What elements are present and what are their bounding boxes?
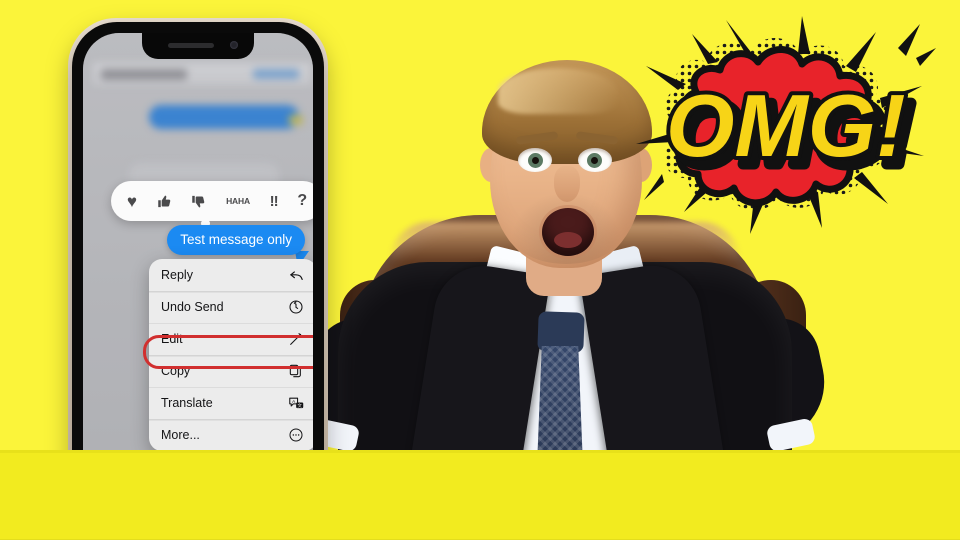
message-context-menu: Reply Undo Send Edit Copy Translate A 文 … <box>149 259 313 451</box>
copy-label: Copy <box>161 364 191 378</box>
context-menu-item-undo-send[interactable]: Undo Send <box>149 291 313 323</box>
haha-line2: HA <box>238 195 250 206</box>
ellipsis-circle-icon <box>287 426 305 444</box>
context-menu-item-translate[interactable]: Translate A文 <box>149 387 313 419</box>
omg-comic-burst: OMG! OMG! <box>630 14 946 246</box>
thumbs-up-reaction-icon[interactable] <box>157 194 172 209</box>
svg-text:文: 文 <box>297 402 302 409</box>
phone-screen[interactable]: ♥ HA HA !! ? Test message only Reply Und… <box>83 33 313 503</box>
front-camera <box>230 41 238 49</box>
copy-duplicate-icon <box>287 362 305 380</box>
earpiece-speaker <box>168 43 214 48</box>
yellow-desk <box>0 450 960 540</box>
hair-highlight <box>498 68 618 114</box>
iphone-mockup: ♥ HA HA !! ? Test message only Reply Und… <box>68 18 328 518</box>
edit-label: Edit <box>161 332 183 346</box>
question-reaction-icon[interactable]: ? <box>297 193 307 209</box>
translate-label: Translate <box>161 396 213 410</box>
reply-label: Reply <box>161 268 193 282</box>
mouth-inner <box>554 232 582 248</box>
svg-text:OMG!: OMG! <box>666 76 906 175</box>
nose <box>554 166 580 202</box>
undo-clock-icon <box>287 298 305 316</box>
tapback-reaction-bar[interactable]: ♥ HA HA !! ? <box>111 181 313 221</box>
screenshot-stage: ♥ HA HA !! ? Test message only Reply Und… <box>0 0 960 540</box>
undo-send-label: Undo Send <box>161 300 224 314</box>
context-menu-item-edit[interactable]: Edit <box>149 323 313 355</box>
pupil-right <box>591 157 598 164</box>
haha-line1: HA <box>226 195 238 206</box>
selected-message-bubble[interactable]: Test message only <box>167 225 305 255</box>
context-menu-item-reply[interactable]: Reply <box>149 259 313 291</box>
context-menu-item-copy[interactable]: Copy <box>149 355 313 387</box>
thumbs-down-reaction-icon[interactable] <box>191 194 206 209</box>
reply-arrow-icon <box>287 266 305 284</box>
more-label: More... <box>161 428 200 442</box>
haha-reaction-icon[interactable]: HA HA <box>226 197 250 206</box>
phone-body: ♥ HA HA !! ? Test message only Reply Und… <box>72 22 324 514</box>
exclamation-reaction-icon[interactable]: !! <box>270 194 279 209</box>
pupil-left <box>532 157 539 164</box>
omg-text: OMG! OMG! <box>662 72 918 189</box>
pencil-icon <box>287 330 305 348</box>
translate-bubbles-icon: A文 <box>287 394 305 412</box>
desk-edge <box>0 450 960 453</box>
phone-notch <box>142 33 254 59</box>
heart-reaction-icon[interactable]: ♥ <box>127 193 137 210</box>
context-menu-item-more[interactable]: More... <box>149 419 313 451</box>
